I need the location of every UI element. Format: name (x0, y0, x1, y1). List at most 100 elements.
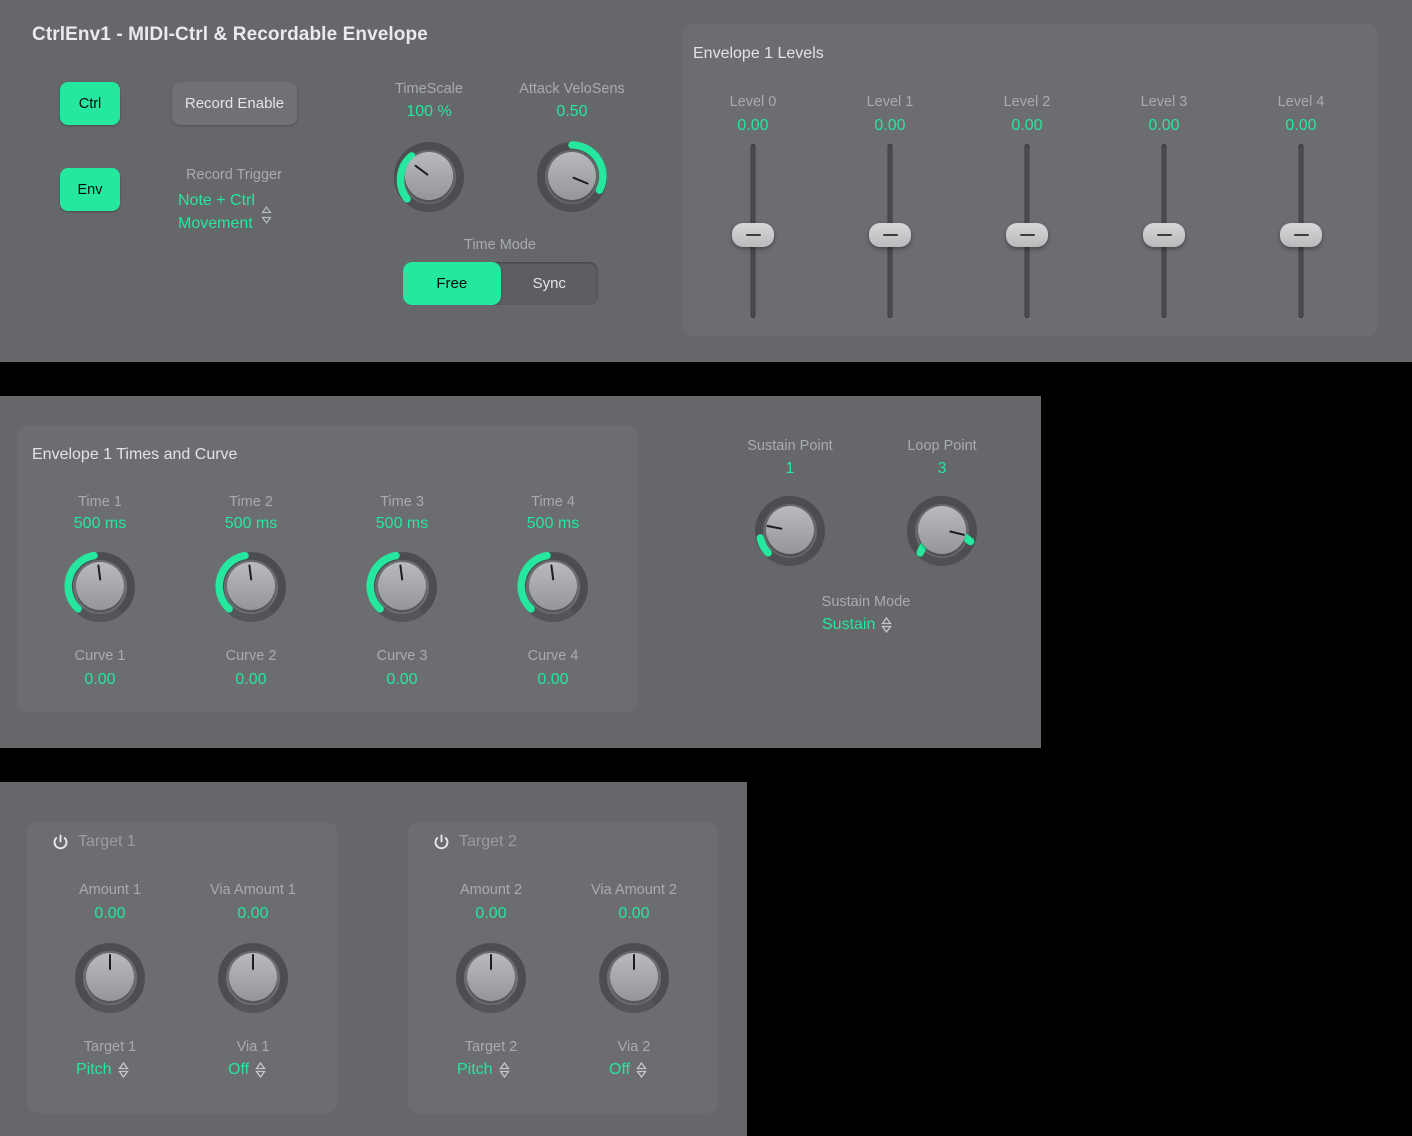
page-title: CtrlEnv1 - MIDI-Ctrl & Recordable Envelo… (32, 24, 428, 46)
time-4-value: 500 ms (483, 515, 623, 533)
env-button-label: Env (78, 182, 103, 198)
time-3-knob[interactable] (362, 546, 442, 626)
targets-panel: Target 1 Amount 1 0.00 Target 1 Pitch Vi… (0, 782, 747, 1136)
via-2-menu[interactable]: Off (609, 1060, 647, 1080)
via-amount-1-label: Via Amount 1 (183, 882, 323, 898)
level-4-value: 0.00 (1231, 117, 1371, 135)
target-1-name: Target 1 (78, 833, 136, 851)
record-trigger-menu[interactable]: Note + Ctrl Movement (178, 189, 272, 235)
time-2-knob[interactable] (211, 546, 291, 626)
time-3-value: 500 ms (332, 515, 472, 533)
loop-point-label: Loop Point (872, 438, 1012, 454)
chevron-updown-icon[interactable] (636, 1060, 647, 1080)
target-1-select-label: Target 1 (40, 1039, 180, 1055)
sustain-mode-value: Sustain (822, 616, 875, 634)
level-4-label: Level 4 (1231, 94, 1371, 110)
via-2-value: Off (609, 1061, 630, 1079)
sustain-point-knob[interactable] (750, 490, 830, 570)
via-amount-2-knob[interactable] (594, 937, 674, 1017)
chevron-updown-icon[interactable] (255, 1060, 266, 1080)
envelope-times-panel: Envelope 1 Times and Curve Time 1 500 ms… (0, 396, 1041, 748)
ctrl-button[interactable]: Ctrl (60, 82, 120, 125)
attack-velosens-value: 0.50 (502, 103, 642, 121)
chevron-updown-icon[interactable] (881, 615, 892, 635)
level-3-slider-thumb[interactable] (1143, 223, 1185, 247)
time-mode-option-free[interactable]: Free (403, 262, 501, 305)
record-trigger-label: Record Trigger (159, 167, 309, 183)
amount-2-value: 0.00 (421, 905, 561, 923)
level-0-value: 0.00 (683, 117, 823, 135)
curve-1-value[interactable]: 0.00 (30, 671, 170, 689)
sustain-mode-label: Sustain Mode (796, 594, 936, 610)
amount-1-knob[interactable] (70, 937, 150, 1017)
curve-2-label: Curve 2 (181, 648, 321, 664)
time-mode-option-sync[interactable]: Sync (501, 262, 599, 305)
sustain-mode-menu[interactable]: Sustain (822, 615, 892, 635)
curve-3-value[interactable]: 0.00 (332, 671, 472, 689)
curve-3-label: Curve 3 (332, 648, 472, 664)
envelope-main-panel: CtrlEnv1 - MIDI-Ctrl & Recordable Envelo… (0, 0, 1412, 362)
target-1-select-value: Pitch (76, 1061, 112, 1079)
timescale-label: TimeScale (359, 81, 499, 97)
env-button[interactable]: Env (60, 168, 120, 211)
loop-point-value: 3 (872, 460, 1012, 478)
time-1-label: Time 1 (30, 494, 170, 510)
level-2-slider-thumb[interactable] (1006, 223, 1048, 247)
level-4-slider-thumb[interactable] (1280, 223, 1322, 247)
time-4-knob[interactable] (513, 546, 593, 626)
via-2-label: Via 2 (564, 1039, 704, 1055)
via-1-menu[interactable]: Off (228, 1060, 266, 1080)
via-amount-1-knob[interactable] (213, 937, 293, 1017)
target-2-select-menu[interactable]: Pitch (457, 1060, 510, 1080)
chevron-updown-icon[interactable] (499, 1060, 510, 1080)
record-enable-label: Record Enable (185, 95, 284, 112)
amount-1-label: Amount 1 (40, 882, 180, 898)
timescale-knob[interactable] (389, 136, 469, 216)
level-2-slider[interactable] (1007, 144, 1047, 318)
target-1-header: Target 1 (52, 833, 136, 851)
loop-point-knob[interactable] (902, 490, 982, 570)
level-4-slider[interactable] (1281, 144, 1321, 318)
level-1-label: Level 1 (820, 94, 960, 110)
time-mode-label: Time Mode (430, 237, 570, 253)
attack-velosens-knob[interactable] (532, 136, 612, 216)
level-3-slider[interactable] (1144, 144, 1184, 318)
chevron-updown-icon[interactable] (118, 1060, 129, 1080)
via-1-value: Off (228, 1061, 249, 1079)
time-mode-toggle[interactable]: Free Sync (403, 262, 598, 305)
level-1-slider[interactable] (870, 144, 910, 318)
chevron-updown-icon[interactable] (261, 205, 272, 225)
level-3-label: Level 3 (1094, 94, 1234, 110)
level-2-label: Level 2 (957, 94, 1097, 110)
level-0-slider-thumb[interactable] (732, 223, 774, 247)
time-4-label: Time 4 (483, 494, 623, 510)
level-0-slider[interactable] (733, 144, 773, 318)
record-trigger-value-line1: Note + Ctrl (178, 189, 255, 212)
sustain-point-label: Sustain Point (720, 438, 860, 454)
curve-2-value[interactable]: 0.00 (181, 671, 321, 689)
curve-4-value[interactable]: 0.00 (483, 671, 623, 689)
via-amount-2-value: 0.00 (564, 905, 704, 923)
power-icon[interactable] (433, 834, 450, 851)
record-trigger-value-line2: Movement (178, 212, 255, 235)
attack-velosens-label: Attack VeloSens (502, 81, 642, 97)
time-2-label: Time 2 (181, 494, 321, 510)
amount-2-knob[interactable] (451, 937, 531, 1017)
level-1-value: 0.00 (820, 117, 960, 135)
power-icon[interactable] (52, 834, 69, 851)
target-2-select-label: Target 2 (421, 1039, 561, 1055)
level-3-value: 0.00 (1094, 117, 1234, 135)
time-1-value: 500 ms (30, 515, 170, 533)
via-amount-1-value: 0.00 (183, 905, 323, 923)
target-1-select-menu[interactable]: Pitch (76, 1060, 129, 1080)
via-1-label: Via 1 (183, 1039, 323, 1055)
sustain-point-value: 1 (720, 460, 860, 478)
curve-4-label: Curve 4 (483, 648, 623, 664)
level-1-slider-thumb[interactable] (869, 223, 911, 247)
target-2-select-value: Pitch (457, 1061, 493, 1079)
ctrl-button-label: Ctrl (79, 96, 102, 112)
timescale-value: 100 % (359, 103, 499, 121)
time-1-knob[interactable] (60, 546, 140, 626)
record-enable-button[interactable]: Record Enable (172, 82, 297, 125)
times-curve-title: Envelope 1 Times and Curve (32, 446, 237, 464)
